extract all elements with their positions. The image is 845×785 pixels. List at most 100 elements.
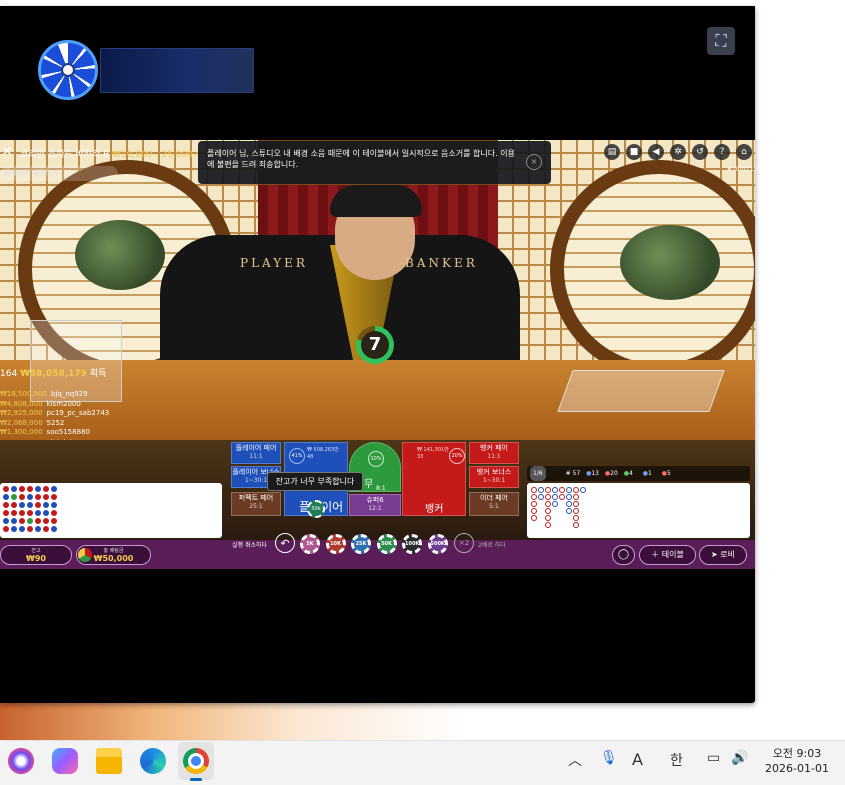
bead-road-dot (27, 518, 33, 524)
banker-pair-spot[interactable]: 뱅커 페어 11:1 (469, 442, 519, 464)
winner-row: ₩2,068,000 5252 (0, 418, 65, 427)
player-pair-count: 1 (647, 470, 652, 477)
sound-icon[interactable]: ◀ (648, 144, 664, 160)
big-road-dot (531, 501, 537, 507)
bead-road-dot (11, 510, 17, 516)
bead-road-dot (43, 494, 49, 500)
winners-total: 164 ₩58,058,179 획득 (0, 366, 106, 379)
microphone-icon[interactable]: 🎙 (600, 750, 618, 766)
copilot-icon[interactable] (52, 748, 78, 774)
dealer-hair (330, 185, 422, 217)
chat-input[interactable]: 플레이어 채팅하기 (0, 166, 118, 181)
big-road-dot (545, 508, 551, 514)
bead-road-dot (27, 494, 33, 500)
bead-road-dot (11, 502, 17, 508)
bead-road-dot (43, 518, 49, 524)
tie-label: 무 (364, 479, 374, 490)
big-road-dot (573, 487, 579, 493)
desktop-background (755, 0, 845, 740)
fullscreen-icon[interactable]: ⛶ (707, 27, 735, 55)
chat-icon[interactable]: ▤ (604, 144, 620, 160)
banker-bonus-spot[interactable]: 뱅커 보너스 1~30:1 (469, 466, 519, 488)
winner-row: ₩18,500,000 bjq_nq929 (0, 390, 88, 398)
bead-road-dot (27, 526, 33, 532)
ime-language[interactable]: 한 (670, 750, 683, 770)
banker-spot[interactable]: ₩ 141,301만 33 20% 뱅커 (402, 442, 466, 516)
video-icon[interactable]: ■ (626, 144, 642, 160)
close-icon[interactable]: ✕ (0, 143, 14, 161)
undo-icon[interactable]: ↶ (275, 533, 295, 553)
chip-500k[interactable]: 500K (427, 534, 448, 554)
ime-mode[interactable]: A (632, 750, 643, 769)
super6-spot[interactable]: 슈퍼6 12:1 (349, 494, 401, 516)
bead-road-dot (3, 486, 9, 492)
chip-100k[interactable]: 100K (402, 534, 422, 554)
help-icon[interactable]: ? (714, 144, 730, 160)
bead-road-dot (19, 510, 25, 516)
lobby-button[interactable]: ➤ 로비 (699, 545, 747, 565)
bead-road[interactable] (0, 483, 222, 538)
tie-odds: 8:1 (376, 485, 386, 492)
lobby-icon[interactable]: ⌂ (736, 144, 752, 160)
game-id: # 000213 (727, 166, 757, 173)
bead-road-dot (19, 526, 25, 532)
balance-display: 잔고 ₩90 (0, 545, 72, 565)
felt-banker-label: BANKER (405, 256, 478, 270)
bead-road-dot (35, 526, 41, 532)
big-road-dot (559, 487, 565, 493)
banker-wins: 20 (610, 470, 618, 477)
settings-icon[interactable]: ✲ (670, 144, 686, 160)
winners-count: 164 (0, 369, 18, 379)
network-icon[interactable]: ▭ (707, 750, 720, 766)
chip-25k[interactable]: 25K (351, 534, 371, 554)
bonsai-left (75, 220, 165, 290)
banker-label: 뱅커 (425, 504, 444, 515)
clock-time[interactable]: 오전 9:03 (766, 745, 828, 761)
double-button[interactable]: ×2 (454, 533, 474, 553)
chevron-up-icon[interactable]: ︿ (568, 750, 582, 770)
notice-text: 플레이어 님, 스튜디오 내 배경 소음 때문에 이 테이블에서 일시적으로 음… (207, 149, 515, 169)
winners-amount: ₩58,058,179 (20, 369, 87, 379)
history-icon[interactable]: ↺ (692, 144, 708, 160)
chip-50k[interactable]: 50K (376, 534, 397, 554)
volume-icon[interactable]: 🔊 (731, 750, 748, 766)
chip-5k[interactable]: 5K (300, 534, 320, 554)
tie-pct: 10% (368, 451, 384, 467)
clock-date[interactable]: 2026-01-01 (762, 762, 832, 775)
either-pair-spot[interactable]: 이더 페어 5:1 (469, 492, 519, 516)
chrome-icon-center (188, 753, 204, 769)
promo-banner[interactable] (100, 48, 254, 93)
big-road-dot (573, 501, 579, 507)
bead-road-dot (3, 526, 9, 532)
bead-road-dot (19, 518, 25, 524)
banker-count: 33 (417, 454, 424, 460)
player-amount: ₩ 508,263만 (307, 447, 339, 453)
big-road-dot (552, 487, 558, 493)
start-orb-icon[interactable] (8, 748, 34, 774)
player-pair-spot[interactable]: 플레이어 페어 11:1 (231, 442, 281, 464)
big-road-dot (573, 515, 579, 521)
file-explorer-icon[interactable] (96, 748, 122, 774)
big-road-dot (552, 501, 558, 507)
big-road-dot (545, 501, 551, 507)
big-road-dot (573, 494, 579, 500)
table-button[interactable]: ＋ 테이블 (639, 545, 696, 565)
bead-road-dot (51, 486, 57, 492)
big-road-dot (545, 515, 551, 521)
notice-close-icon[interactable]: × (526, 154, 542, 170)
edge-icon[interactable] (140, 748, 166, 774)
arrow-icon: ➤ (711, 550, 718, 559)
bead-road-dot (43, 526, 49, 532)
insufficient-balance-tooltip: 잔고가 너무 부족합니다 (267, 472, 363, 491)
desktop-wallpaper (0, 703, 845, 740)
big-road-dot (566, 508, 572, 514)
player-wins: 13 (591, 470, 599, 477)
game-title: 코리안 스피드 바카라 B ₩10,000 - 25,000,000 (20, 147, 213, 160)
bead-road-dot (27, 510, 33, 516)
chip-10k[interactable]: 10K (325, 534, 346, 554)
big-road-dot (573, 508, 579, 514)
player-pct: 41% (289, 448, 305, 464)
chat-toggle-button[interactable]: ◯ (612, 545, 635, 565)
big-road-dot (545, 494, 551, 500)
perfect-pair-spot[interactable]: 퍼펙트 페어 25:1 (231, 492, 281, 516)
